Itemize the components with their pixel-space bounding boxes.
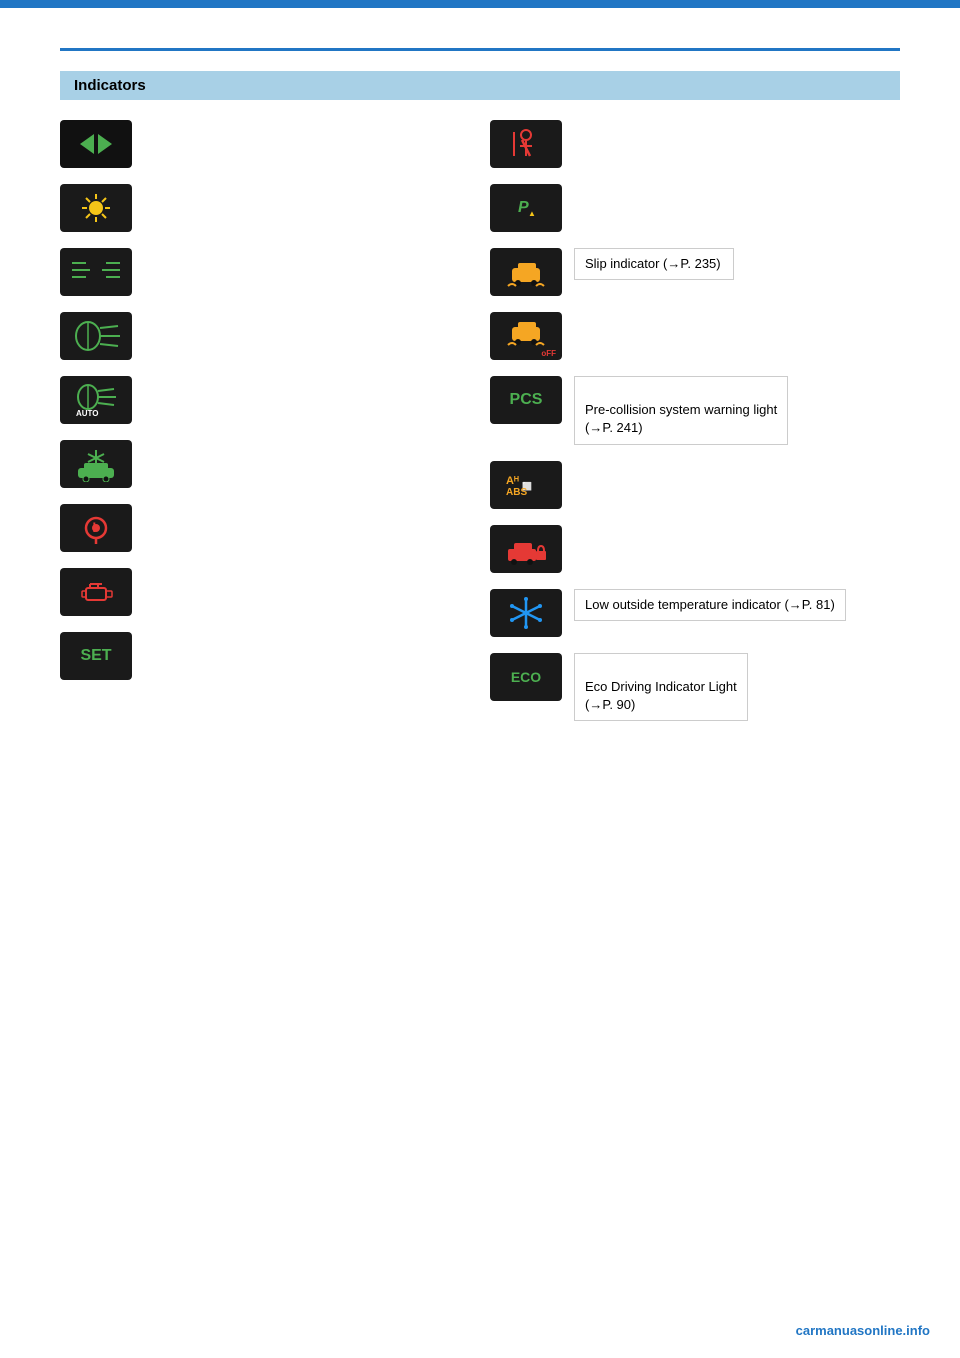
svg-text:!: ! [92, 519, 97, 535]
headlight-beam-icon [60, 248, 132, 296]
parking-brake-svg: P ▲ [500, 190, 552, 226]
list-item [60, 568, 470, 616]
list-item: ! [60, 504, 470, 552]
off-label: oFF [541, 349, 556, 358]
list-item: ECO Eco Driving Indicator Light (→P. 90) [490, 653, 900, 722]
list-item [60, 440, 470, 488]
slip-off-icon: oFF [490, 312, 562, 360]
right-column: P ▲ [490, 120, 900, 721]
list-item [60, 184, 470, 232]
list-item: Slip indicator (→P. 235) [490, 248, 900, 296]
parking-brake-icon: P ▲ [490, 184, 562, 232]
arrow-left-icon [80, 134, 94, 154]
svg-text:▲: ▲ [528, 209, 536, 218]
list-item: PCS Pre-collision system warning light (… [490, 376, 900, 445]
auto-headlight-svg: AUTO [70, 382, 122, 418]
top-bar [0, 0, 960, 8]
list-item: oFF [490, 312, 900, 360]
set-icon: SET [60, 632, 132, 680]
slip-svg [500, 254, 552, 290]
door-lock-icon [490, 525, 562, 573]
section-divider [60, 48, 900, 51]
indicators-section: Indicators [60, 71, 900, 721]
abs-icon: A ᴴ ⬜ ABS [490, 461, 562, 509]
headlight-full-svg [70, 318, 122, 354]
eco-desc: Eco Driving Indicator Light (→P. 90) [574, 653, 748, 722]
list-item [60, 248, 470, 296]
seatbelt-svg [500, 126, 552, 162]
header-area [0, 8, 960, 48]
list-item [60, 120, 470, 168]
turn-signal-icon [60, 120, 132, 168]
pcs-desc: Pre-collision system warning light (→P. … [574, 376, 788, 445]
pcs-icon: PCS [490, 376, 562, 424]
slip-indicator-icon [490, 248, 562, 296]
engine-icon [60, 568, 132, 616]
auto-headlight-icon: AUTO [60, 376, 132, 424]
door-lock-svg [500, 531, 552, 567]
list-item: AUTO [60, 376, 470, 424]
indicators-header: Indicators [60, 71, 900, 100]
logo-text: carmanuasonline.info [796, 1323, 930, 1338]
list-item: A ᴴ ⬜ ABS [490, 461, 900, 509]
abs-svg: A ᴴ ⬜ ABS [500, 467, 552, 503]
engine-svg [70, 574, 122, 610]
list-item [60, 312, 470, 360]
low-temp-icon [490, 589, 562, 637]
sun-svg [76, 191, 116, 225]
list-item: P ▲ [490, 184, 900, 232]
svg-text:ABS: ABS [506, 487, 527, 498]
pcs-text: PCS [510, 391, 543, 409]
icy-road-icon [60, 440, 132, 488]
daytime-light-icon [60, 184, 132, 232]
headlight-beam-svg [68, 253, 124, 291]
bottom-logo: carmanuasonline.info [796, 1323, 930, 1338]
list-item: SET [60, 632, 470, 680]
svg-text:AUTO: AUTO [76, 409, 99, 418]
indicators-grid: AUTO [60, 120, 900, 721]
svg-text:A: A [506, 475, 514, 487]
tire-pressure-icon: ! [60, 504, 132, 552]
tire-svg: ! [70, 510, 122, 546]
snowflake-svg [500, 595, 552, 631]
eco-icon: ECO [490, 653, 562, 701]
page-container: Indicators [0, 0, 960, 1358]
svg-text:ᴴ: ᴴ [514, 475, 519, 487]
left-column: AUTO [60, 120, 470, 721]
list-item [490, 120, 900, 168]
set-text: SET [80, 647, 111, 665]
slip-off-svg [500, 321, 552, 351]
headlight-full-icon [60, 312, 132, 360]
seatbelt-icon [490, 120, 562, 168]
list-item [490, 525, 900, 573]
arrow-right-icon [98, 134, 112, 154]
low-temp-desc: Low outside temperature indicator (→P. 8… [574, 589, 846, 621]
slip-indicator-desc: Slip indicator (→P. 235) [574, 248, 734, 280]
list-item: Low outside temperature indicator (→P. 8… [490, 589, 900, 637]
icy-road-svg [70, 446, 122, 482]
eco-text: ECO [511, 669, 541, 685]
